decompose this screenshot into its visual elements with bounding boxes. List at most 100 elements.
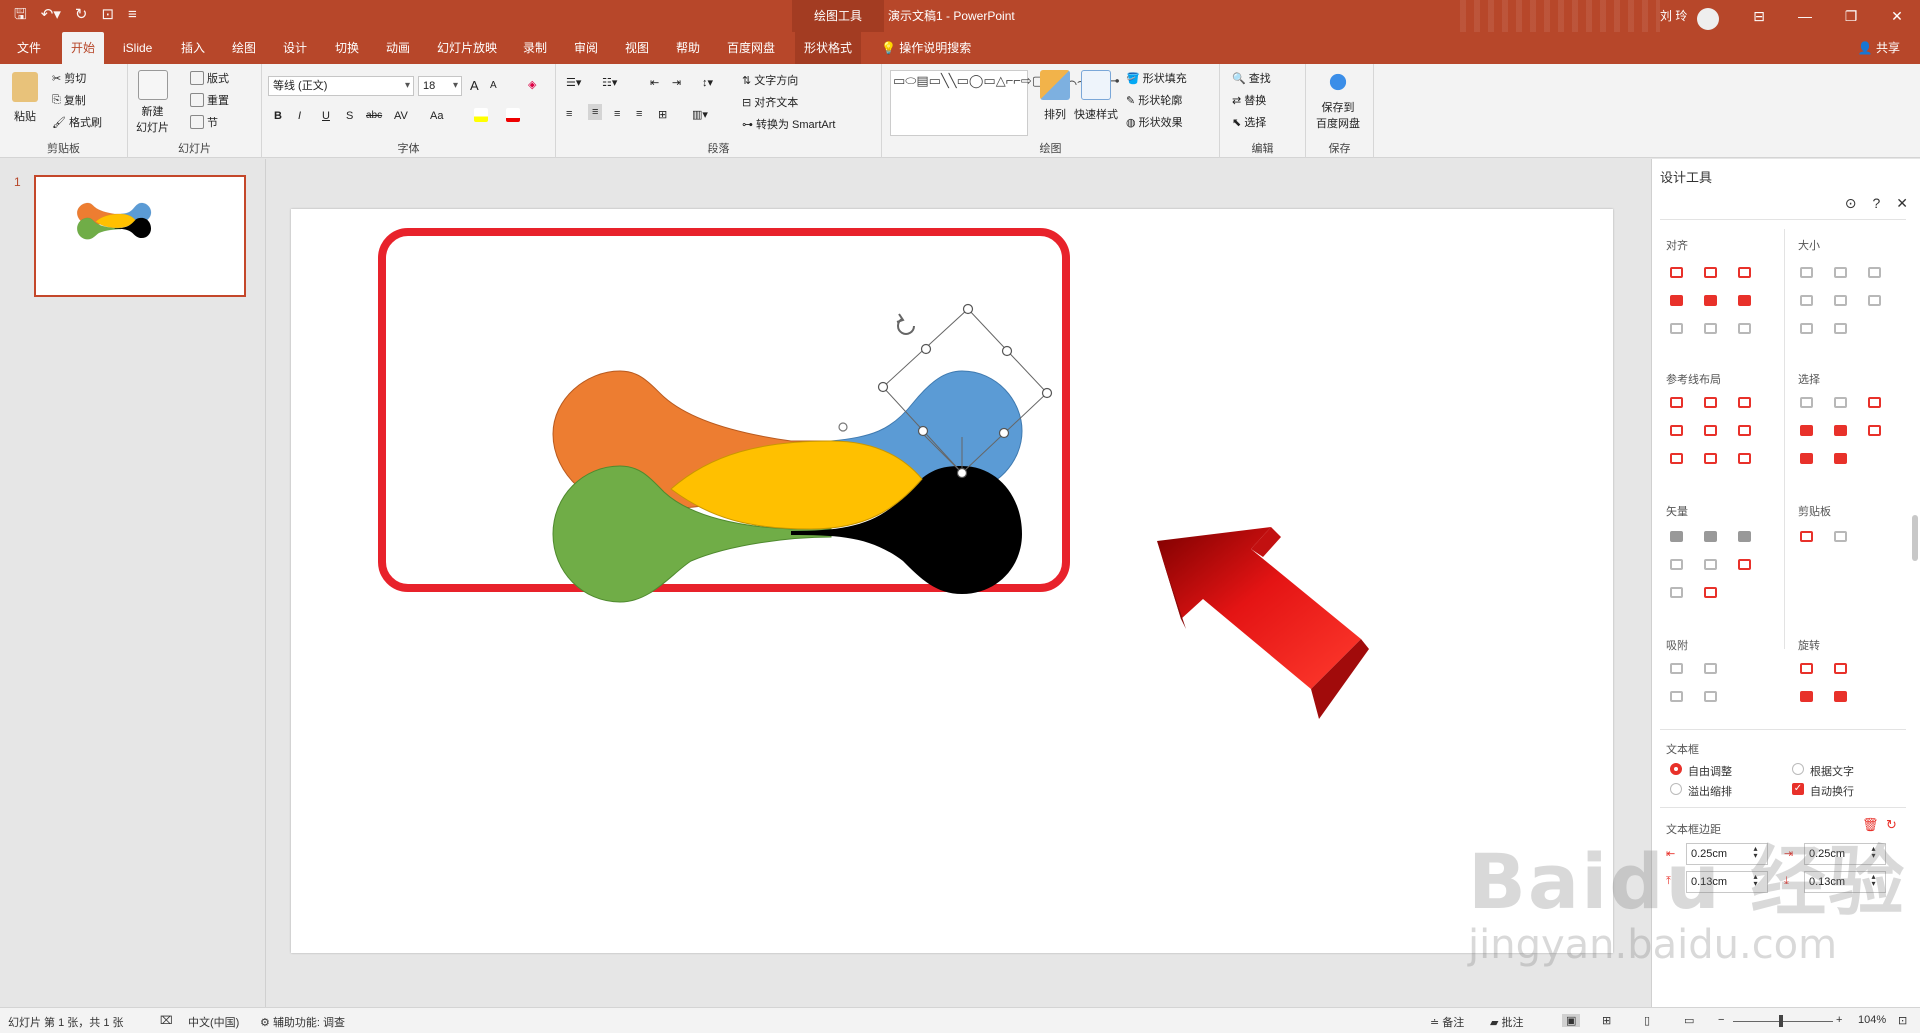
zoom-in-icon[interactable]: + bbox=[1836, 1014, 1842, 1026]
fit-text-radio[interactable] bbox=[1792, 763, 1804, 775]
guide-fit-icon[interactable] bbox=[1738, 453, 1751, 464]
guide-right-icon[interactable] bbox=[1738, 397, 1751, 408]
slideshow-icon[interactable]: ▭ bbox=[1684, 1014, 1694, 1027]
font-size-select[interactable]: 18 bbox=[418, 76, 462, 96]
accessibility-status[interactable]: ⚙ 辅助功能: 调查 bbox=[260, 1014, 345, 1030]
paste-size-icon[interactable] bbox=[1834, 531, 1847, 542]
margin-bottom-input[interactable]: 0.13cm bbox=[1804, 871, 1886, 893]
guide-width-icon[interactable] bbox=[1670, 453, 1683, 464]
tab-view[interactable]: 视图 bbox=[616, 32, 658, 64]
tab-shape-format[interactable]: 形状格式 bbox=[795, 32, 862, 64]
align-center-icon[interactable]: ≡ bbox=[588, 104, 603, 120]
save-to-netdisk-button[interactable]: 保存到 百度网盘 bbox=[1316, 68, 1360, 131]
select-cursor-icon[interactable] bbox=[1868, 425, 1881, 436]
tab-islide[interactable]: iSlide bbox=[114, 32, 161, 64]
fit-bottom-icon[interactable] bbox=[1834, 323, 1847, 334]
save-icon[interactable]: 🖫 bbox=[14, 6, 27, 24]
tab-draw[interactable]: 绘图 bbox=[223, 32, 265, 64]
clear-format-icon[interactable]: ◈ bbox=[528, 78, 536, 91]
normal-view-icon[interactable]: ▣ bbox=[1562, 1014, 1581, 1027]
fit-top-icon[interactable] bbox=[1800, 323, 1813, 334]
find-button[interactable]: 🔍 查找 bbox=[1232, 70, 1271, 86]
zoom-level[interactable]: 104% bbox=[1858, 1014, 1886, 1026]
select-same-icon[interactable] bbox=[1800, 397, 1813, 408]
wrap-checkbox[interactable]: ✓ bbox=[1792, 783, 1804, 795]
tab-slideshow[interactable]: 幻灯片放映 bbox=[428, 32, 506, 64]
tell-me-search[interactable]: 💡 操作说明搜索 bbox=[872, 32, 980, 64]
share-button[interactable]: 👤 共享 bbox=[1858, 32, 1900, 64]
guide-left-icon[interactable] bbox=[1670, 397, 1683, 408]
align-right-icon[interactable] bbox=[1738, 267, 1751, 278]
subtract-icon[interactable] bbox=[1704, 559, 1717, 570]
fit-right-icon[interactable] bbox=[1834, 295, 1847, 306]
text-to-shape-icon[interactable] bbox=[1670, 587, 1683, 598]
tab-transitions[interactable]: 切换 bbox=[326, 32, 368, 64]
font-color-button[interactable] bbox=[506, 108, 520, 122]
distribute-h-icon[interactable] bbox=[1670, 323, 1683, 334]
pane-scrollbar[interactable] bbox=[1912, 515, 1918, 561]
select-invert-icon[interactable] bbox=[1834, 453, 1847, 464]
copy-size-icon[interactable] bbox=[1800, 531, 1813, 542]
guide-center-icon[interactable] bbox=[1704, 397, 1717, 408]
tab-record[interactable]: 录制 bbox=[514, 32, 556, 64]
shape-effects-button[interactable]: ◍ 形状效果 bbox=[1126, 114, 1183, 130]
grow-font-button[interactable]: A bbox=[470, 78, 479, 93]
align-top-icon[interactable] bbox=[1670, 295, 1683, 306]
tab-home[interactable]: 开始 bbox=[62, 32, 105, 64]
numbering-icon[interactable]: ☷▾ bbox=[602, 76, 617, 89]
notes-button[interactable]: ≐ 备注 bbox=[1430, 1014, 1464, 1030]
margin-top-input[interactable]: 0.13cm bbox=[1686, 871, 1768, 893]
align-left-icon[interactable] bbox=[1670, 267, 1683, 278]
bullets-icon[interactable]: ☰▾ bbox=[566, 76, 581, 89]
zoom-out-icon[interactable]: − bbox=[1718, 1014, 1724, 1026]
user-account[interactable]: 刘 玲 bbox=[1660, 0, 1720, 32]
ribbon-display-icon[interactable]: ⊟ bbox=[1736, 0, 1782, 32]
tab-design[interactable]: 设计 bbox=[274, 32, 316, 64]
restore-icon[interactable]: ❐ bbox=[1828, 0, 1874, 32]
align-bottom-icon[interactable] bbox=[1738, 295, 1751, 306]
zoom-slider-knob[interactable] bbox=[1779, 1015, 1783, 1027]
flip-v-icon[interactable] bbox=[1834, 691, 1847, 702]
same-height-icon[interactable] bbox=[1834, 267, 1847, 278]
select-button[interactable]: ⬉ 选择 bbox=[1232, 114, 1266, 130]
close-pane-icon[interactable]: ✕ bbox=[1896, 195, 1908, 212]
line-spacing-icon[interactable]: ↕▾ bbox=[702, 76, 713, 89]
combine-icon[interactable] bbox=[1704, 531, 1717, 542]
guide-top-icon[interactable] bbox=[1670, 425, 1683, 436]
align-middle-icon[interactable] bbox=[1704, 295, 1717, 306]
slide-canvas[interactable] bbox=[291, 209, 1613, 953]
close-icon[interactable]: ✕ bbox=[1874, 0, 1920, 32]
increase-indent-icon[interactable]: ⇥ bbox=[672, 76, 681, 89]
cut-button[interactable]: ✂ 剪切 bbox=[52, 70, 86, 86]
replace-button[interactable]: ⇄ 替换 bbox=[1232, 92, 1266, 108]
quick-styles-button[interactable]: 快速样式 bbox=[1074, 70, 1118, 122]
select-middle-icon[interactable] bbox=[1834, 425, 1847, 436]
present-icon[interactable]: ⊡ bbox=[101, 6, 114, 24]
shrink-font-button[interactable]: A bbox=[490, 80, 497, 91]
rotate-right-icon[interactable] bbox=[1834, 663, 1847, 674]
align-center-h-icon[interactable] bbox=[1704, 267, 1717, 278]
snap-bottom-icon[interactable] bbox=[1704, 691, 1717, 702]
location-icon[interactable]: ⊙ bbox=[1845, 195, 1857, 212]
rotate-left-icon[interactable] bbox=[1800, 663, 1813, 674]
flip-h-icon[interactable] bbox=[1800, 691, 1813, 702]
align-left-icon[interactable]: ≡ bbox=[566, 108, 572, 120]
decrease-indent-icon[interactable]: ⇤ bbox=[650, 76, 659, 89]
format-painter-button[interactable]: 🖌 格式刷 bbox=[52, 114, 102, 130]
shapes-gallery[interactable]: ▭⬭▤▭╲╲▭◯▭△⌐⌐⇨▢⇩☐⌒⌢⌢⌢{⊶ bbox=[890, 70, 1120, 136]
paste-button[interactable]: 粘贴 bbox=[12, 72, 38, 124]
snap-left-icon[interactable] bbox=[1670, 663, 1683, 674]
italic-button[interactable]: I bbox=[298, 110, 301, 122]
customize-icon[interactable]: ≡ bbox=[128, 6, 137, 24]
smartart-button[interactable]: ⊶ 转换为 SmartArt bbox=[742, 116, 835, 132]
edit-points-icon[interactable] bbox=[1738, 559, 1751, 570]
align-right-icon[interactable]: ≡ bbox=[614, 108, 620, 120]
select-similar-icon[interactable] bbox=[1834, 397, 1847, 408]
select-top-icon[interactable] bbox=[1800, 425, 1813, 436]
strikethrough-button[interactable]: abc bbox=[366, 110, 382, 121]
tab-insert[interactable]: 插入 bbox=[172, 32, 214, 64]
union-icon[interactable] bbox=[1670, 531, 1683, 542]
shape-fill-button[interactable]: 🪣 形状填充 bbox=[1126, 70, 1187, 86]
reading-view-icon[interactable]: ▯ bbox=[1644, 1014, 1650, 1027]
shape-outline-button[interactable]: ✎ 形状轮廓 bbox=[1126, 92, 1182, 108]
